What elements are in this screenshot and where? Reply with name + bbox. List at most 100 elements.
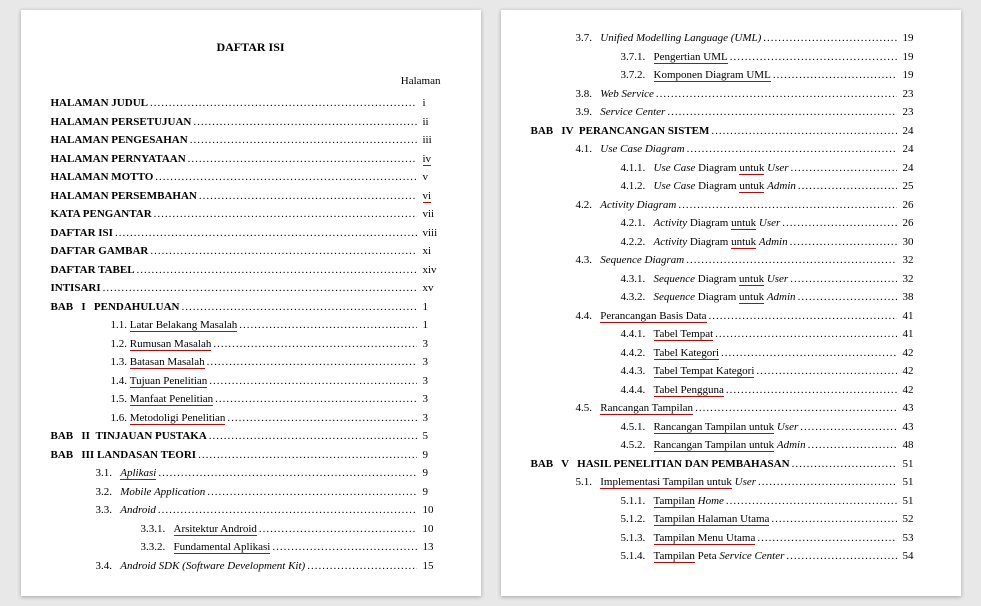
toc-prefix: 1.4. <box>111 373 130 390</box>
toc-page-number: 26 <box>897 215 931 232</box>
toc-leader-dots <box>207 373 416 390</box>
toc-page-number: 3 <box>417 391 451 408</box>
toc-page-number: 51 <box>897 493 931 510</box>
toc-page-number: 24 <box>897 141 931 158</box>
toc-entry: 4.1. Use Case Diagram24 <box>531 141 931 158</box>
toc-label: Activity Diagram untuk Admin <box>654 234 788 251</box>
toc-page-number: v <box>417 169 451 186</box>
toc-entry: INTISARIxv <box>51 280 451 297</box>
toc-page-number: vi <box>417 188 451 205</box>
toc-list-right: 3.7. Unified Modelling Language (UML)193… <box>531 30 931 565</box>
toc-page-number: 24 <box>897 160 931 177</box>
toc-page-number: 30 <box>897 234 931 251</box>
toc-label: Android <box>120 502 156 519</box>
toc-prefix: 4.5. <box>576 400 601 417</box>
toc-label: LANDASAN TEORI <box>97 447 196 464</box>
toc-leader-dots <box>685 141 897 158</box>
toc-prefix: BAB III <box>51 447 97 464</box>
toc-entry: 5.1.2. Tampilan Halaman Utama52 <box>531 511 931 528</box>
toc-label: Tabel Kategori <box>654 345 720 362</box>
toc-leader-dots <box>676 197 896 214</box>
toc-leader-dots <box>205 354 417 371</box>
toc-prefix: 1.1. <box>111 317 130 334</box>
toc-entry: 3.4. Android SDK (Software Development K… <box>51 558 451 575</box>
toc-prefix: BAB IV <box>531 123 579 140</box>
toc-label: Service Center <box>600 104 665 121</box>
toc-leader-dots <box>186 151 417 168</box>
toc-label: Web Service <box>600 86 654 103</box>
toc-leader-dots <box>724 493 897 510</box>
toc-prefix: 1.6. <box>111 410 130 427</box>
toc-label: Tampilan Home <box>654 493 724 510</box>
toc-leader-dots <box>257 521 417 538</box>
toc-page-number: 5 <box>417 428 451 445</box>
toc-entry: 4.1.1. Use Case Diagram untuk User24 <box>531 160 931 177</box>
toc-prefix: 4.3.2. <box>621 289 654 306</box>
toc-leader-dots <box>179 299 416 316</box>
toc-leader-dots <box>790 456 897 473</box>
toc-label: Sequence Diagram untuk Admin <box>654 289 796 306</box>
toc-entry: 4.4.2. Tabel Kategori42 <box>531 345 931 362</box>
toc-page-number: 52 <box>897 511 931 528</box>
toc-leader-dots <box>684 252 896 269</box>
toc-leader-dots <box>197 188 417 205</box>
toc-entry: 1.2. Rumusan Masalah3 <box>51 336 451 353</box>
toc-page-number: ii <box>417 114 451 131</box>
toc-label: Tampilan Halaman Utama <box>654 511 770 528</box>
toc-label: Activity Diagram <box>600 197 676 214</box>
toc-entry: BAB V HASIL PENELITIAN DAN PEMBAHASAN51 <box>531 456 931 473</box>
toc-entry: 3.9. Service Center23 <box>531 104 931 121</box>
toc-entry: 4.4.1. Tabel Tempat41 <box>531 326 931 343</box>
toc-leader-dots <box>135 262 417 279</box>
toc-leader-dots <box>148 95 417 112</box>
toc-entry: 1.3. Batasan Masalah3 <box>51 354 451 371</box>
toc-prefix: 4.2.1. <box>621 215 654 232</box>
toc-prefix: 5.1.3. <box>621 530 654 547</box>
toc-entry: 4.3.2. Sequence Diagram untuk Admin38 <box>531 289 931 306</box>
toc-prefix: 5.1.4. <box>621 548 654 565</box>
toc-label: Sequence Diagram untuk User <box>654 271 789 288</box>
document-title: DAFTAR ISI <box>51 40 451 55</box>
toc-label: Perancangan Basis Data <box>600 308 706 325</box>
toc-label: Komponen Diagram UML <box>654 67 771 84</box>
toc-page-number: 51 <box>897 456 931 473</box>
toc-entry: 3.2. Mobile Application9 <box>51 484 451 501</box>
toc-entry: 4.2.2. Activity Diagram untuk Admin30 <box>531 234 931 251</box>
toc-leader-dots <box>769 511 896 528</box>
toc-entry: 4.4.4. Tabel Pengguna42 <box>531 382 931 399</box>
toc-prefix: 3.4. <box>96 558 121 575</box>
toc-entry: 3.7.1. Pengertian UML19 <box>531 49 931 66</box>
toc-prefix: 3.3.2. <box>141 539 174 556</box>
toc-leader-dots <box>153 169 416 186</box>
toc-label: Tabel Tempat Kategori <box>654 363 755 380</box>
toc-page-number: 24 <box>897 123 931 140</box>
toc-prefix: 3.3.1. <box>141 521 174 538</box>
toc-entry: 1.4. Tujuan Penelitian 3 <box>51 373 451 390</box>
toc-entry: 4.2. Activity Diagram26 <box>531 197 931 214</box>
toc-leader-dots <box>755 530 896 547</box>
toc-page-number: 32 <box>897 252 931 269</box>
toc-entry: 5.1.4. Tampilan Peta Service Center54 <box>531 548 931 565</box>
toc-page-number: 42 <box>897 345 931 362</box>
toc-leader-dots <box>789 160 897 177</box>
toc-leader-dots <box>188 132 417 149</box>
toc-prefix: 3.3. <box>96 502 121 519</box>
toc-leader-dots <box>788 271 896 288</box>
toc-label: Tabel Tempat <box>654 326 714 343</box>
toc-page-number: xi <box>417 243 451 260</box>
toc-prefix: 3.7.1. <box>621 49 654 66</box>
toc-page-number: 19 <box>897 49 931 66</box>
toc-label: PENDAHULUAN <box>94 299 180 316</box>
toc-prefix: 4.4.1. <box>621 326 654 343</box>
toc-leader-dots <box>225 410 416 427</box>
toc-page-number: 10 <box>417 502 451 519</box>
toc-leader-dots <box>707 308 897 325</box>
toc-label: Tujuan Penelitian <box>130 373 208 390</box>
toc-prefix: BAB V <box>531 456 578 473</box>
toc-label: DAFTAR GAMBAR <box>51 243 149 260</box>
toc-page-number: 3 <box>417 373 451 390</box>
toc-page-number: 19 <box>897 30 931 47</box>
toc-entry: HALAMAN JUDULi <box>51 95 451 112</box>
toc-label: Manfaat Penelitian <box>130 391 213 408</box>
toc-page-number: 42 <box>897 382 931 399</box>
